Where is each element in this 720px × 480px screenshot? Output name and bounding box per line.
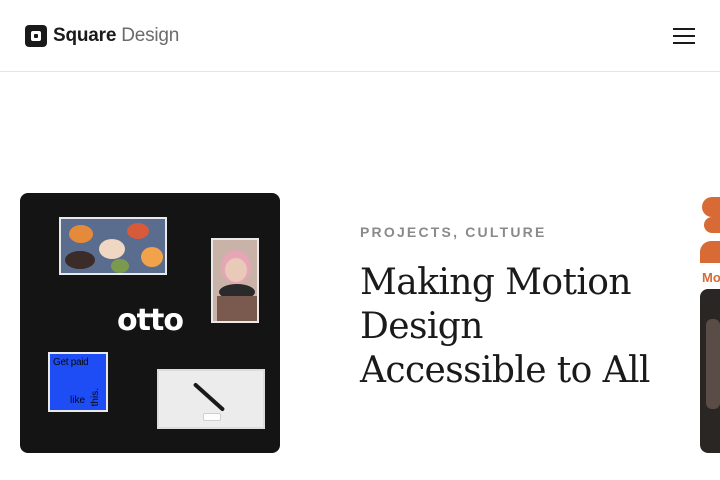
next-card-graphic <box>702 197 720 217</box>
otto-logo-text: otto <box>117 303 184 338</box>
next-card-graphic <box>700 241 720 263</box>
device-stand-icon <box>192 382 226 412</box>
next-article-card[interactable]: Mo <box>700 193 720 453</box>
get-paid-text: Get paid <box>53 357 89 368</box>
category-link-culture[interactable]: CULTURE <box>465 224 546 240</box>
this-text: this. <box>90 387 101 406</box>
device-photo-tile <box>157 369 265 429</box>
hamburger-line <box>673 42 695 44</box>
menu-button[interactable] <box>672 26 696 46</box>
article-categories: PROJECTS, CULTURE <box>360 224 547 240</box>
hamburger-icon <box>673 28 695 30</box>
like-text: like <box>70 395 86 406</box>
device-base <box>203 413 221 421</box>
square-logo-icon <box>25 25 47 47</box>
article-title[interactable]: Making Motion Design Accessible to All <box>360 261 650 393</box>
hamburger-line <box>673 35 695 37</box>
logo-text: Square Design <box>53 24 179 48</box>
food-photo-tile <box>59 217 167 275</box>
featured-article-image[interactable]: otto Get paid like this. <box>20 193 280 453</box>
category-link-projects[interactable]: PROJECTS <box>360 224 453 240</box>
logo-brand: Square <box>53 25 117 46</box>
logo-product: Design <box>121 25 180 46</box>
next-card-graphic <box>704 217 720 233</box>
next-card-text: Mo <box>702 270 720 285</box>
square-design-logo[interactable]: Square Design <box>25 24 179 48</box>
get-paid-tile: Get paid like this. <box>48 352 108 412</box>
category-separator: , <box>453 224 466 240</box>
site-header: Square Design <box>0 0 720 72</box>
next-card-photo <box>700 289 720 453</box>
